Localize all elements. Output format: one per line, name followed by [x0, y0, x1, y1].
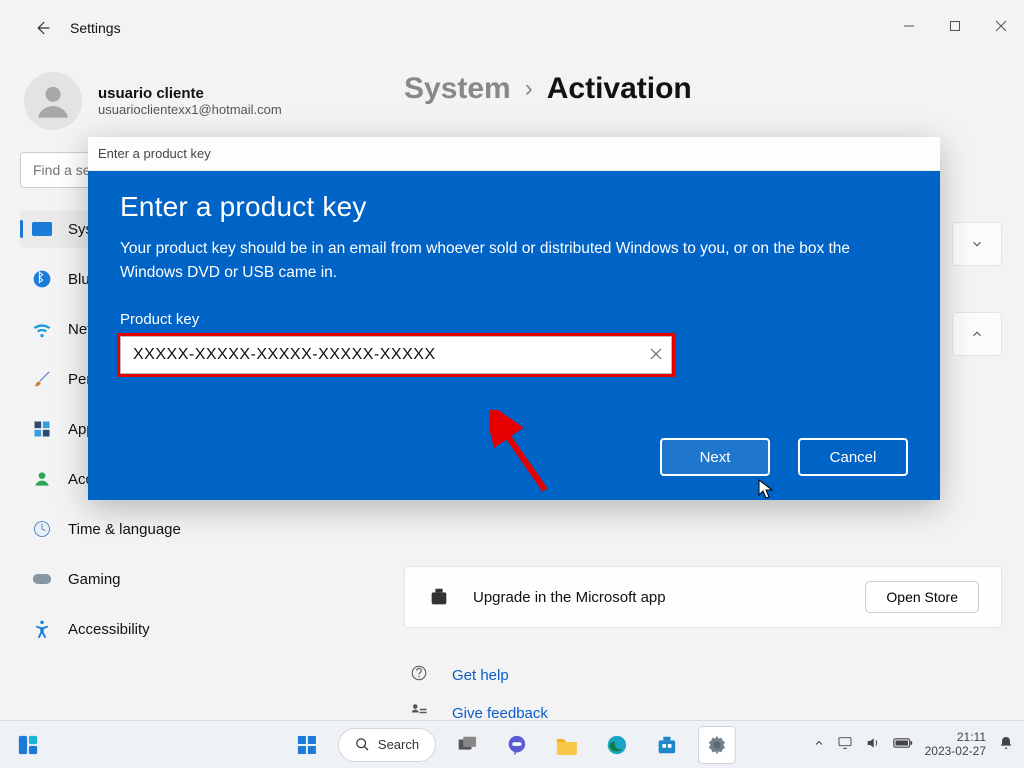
chat-button[interactable]	[498, 726, 536, 764]
start-button[interactable]	[288, 726, 326, 764]
breadcrumb-root[interactable]: System	[404, 72, 511, 106]
titlebar: Settings	[0, 0, 1024, 56]
breadcrumb: System › Activation	[404, 72, 1002, 106]
accounts-icon	[32, 469, 52, 489]
clear-input-button[interactable]	[650, 347, 662, 363]
system-icon	[32, 219, 52, 239]
open-store-button[interactable]: Open Store	[865, 581, 979, 613]
upgrade-card: Upgrade in the Microsoft app Open Store	[404, 566, 1002, 628]
minimize-icon	[903, 20, 915, 32]
store-icon	[427, 585, 451, 609]
wifi-icon	[32, 319, 52, 339]
sidebar-item-accessibility[interactable]: Accessibility	[20, 610, 358, 648]
sidebar-item-gaming[interactable]: Gaming	[20, 560, 358, 598]
user-profile[interactable]: usuario cliente usuarioclientexx1@hotmai…	[24, 72, 358, 130]
get-help-label: Get help	[452, 667, 509, 684]
accordion-hint[interactable]	[952, 222, 1002, 266]
product-key-input[interactable]	[120, 336, 672, 374]
accessibility-icon	[32, 619, 52, 639]
bell-icon	[998, 735, 1014, 751]
settings-taskbar-button[interactable]	[698, 726, 736, 764]
help-icon	[410, 664, 430, 686]
apps-icon	[32, 419, 52, 439]
tray-network-icon[interactable]	[837, 735, 853, 754]
next-button[interactable]: Next	[660, 438, 770, 476]
taskbar-center: Search	[288, 726, 736, 764]
windows-icon	[295, 733, 319, 757]
clock-time: 21:11	[925, 731, 986, 745]
tray-volume-icon[interactable]	[865, 735, 881, 754]
task-view-icon	[456, 734, 478, 756]
sidebar-item-label: Time & language	[68, 521, 181, 538]
minimize-button[interactable]	[886, 11, 932, 41]
dialog-window-title: Enter a product key	[98, 146, 211, 161]
sidebar-item-label: Accessibility	[68, 621, 150, 638]
avatar	[24, 72, 82, 130]
chevron-down-icon	[970, 237, 984, 251]
edge-button[interactable]	[598, 726, 636, 764]
taskbar-search[interactable]: Search	[338, 728, 436, 762]
close-icon	[995, 20, 1007, 32]
breadcrumb-current: Activation	[547, 72, 692, 106]
annotation-arrow-icon	[490, 410, 560, 500]
back-button[interactable]	[22, 8, 62, 48]
task-view-button[interactable]	[448, 726, 486, 764]
get-help-link[interactable]: Get help	[404, 664, 1002, 686]
taskbar-search-label: Search	[378, 737, 419, 752]
product-key-input-wrap	[120, 336, 672, 374]
app-title: Settings	[70, 20, 121, 36]
monitor-icon	[837, 735, 853, 751]
taskbar: Search 21:11 2023-02-27	[0, 720, 1024, 768]
widgets-icon	[17, 734, 39, 756]
user-text: usuario cliente usuarioclientexx1@hotmai…	[98, 85, 282, 117]
bluetooth-icon	[32, 269, 52, 289]
person-icon	[33, 81, 73, 121]
search-icon	[355, 737, 370, 752]
accordion-hint[interactable]	[952, 312, 1002, 356]
store-button[interactable]	[648, 726, 686, 764]
user-name: usuario cliente	[98, 85, 282, 102]
speaker-icon	[865, 735, 881, 751]
chevron-up-icon	[813, 737, 825, 749]
product-key-label: Product key	[120, 311, 908, 328]
chevron-right-icon: ›	[525, 75, 533, 103]
clock-globe-icon	[32, 519, 52, 539]
sidebar-item-time[interactable]: Time & language	[20, 510, 358, 548]
maximize-button[interactable]	[932, 11, 978, 41]
arrow-left-icon	[33, 19, 51, 37]
settings-window: Settings usuario cliente usuarioclientex…	[0, 0, 1024, 768]
chat-icon	[506, 734, 528, 756]
cancel-button[interactable]: Cancel	[798, 438, 908, 476]
brush-icon	[32, 369, 52, 389]
gear-icon	[706, 734, 728, 756]
close-icon	[650, 348, 662, 360]
gamepad-icon	[32, 569, 52, 589]
user-email: usuarioclientexx1@hotmail.com	[98, 102, 282, 117]
tray-notifications-icon[interactable]	[998, 735, 1014, 754]
sidebar-item-label: Gaming	[68, 571, 121, 588]
battery-icon	[893, 737, 913, 749]
msstore-icon	[656, 734, 678, 756]
tray-overflow-button[interactable]	[813, 737, 825, 752]
explorer-button[interactable]	[548, 726, 586, 764]
edge-icon	[606, 734, 628, 756]
close-button[interactable]	[978, 11, 1024, 41]
taskbar-right: 21:11 2023-02-27	[813, 731, 1024, 759]
dialog-description: Your product key should be in an email f…	[120, 237, 880, 285]
taskbar-clock[interactable]: 21:11 2023-02-27	[925, 731, 986, 759]
widgets-button[interactable]	[0, 734, 56, 756]
tray-battery-icon[interactable]	[893, 737, 913, 752]
folder-icon	[555, 735, 579, 755]
give-feedback-label: Give feedback	[452, 705, 548, 722]
maximize-icon	[949, 20, 961, 32]
window-controls	[886, 11, 1024, 41]
chevron-up-icon	[970, 327, 984, 341]
dialog-heading: Enter a product key	[120, 191, 908, 223]
clock-date: 2023-02-27	[925, 745, 986, 759]
help-links: Get help Give feedback	[404, 664, 1002, 724]
upgrade-label: Upgrade in the Microsoft app	[473, 589, 843, 606]
dialog-titlebar: Enter a product key	[88, 137, 940, 171]
